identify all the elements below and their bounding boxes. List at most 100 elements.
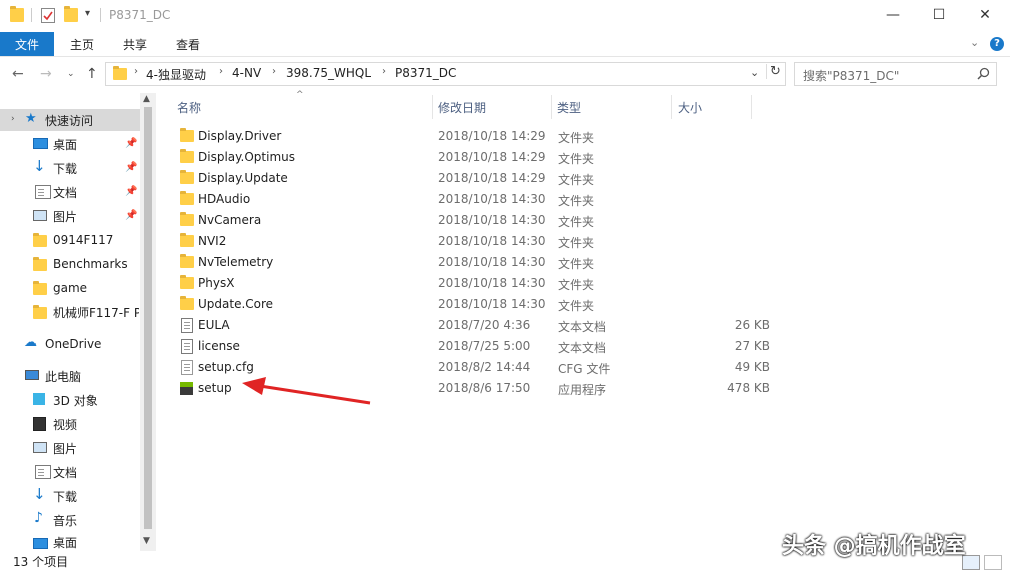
file-name: Display.Optimus: [198, 150, 295, 164]
pin-icon[interactable]: 📌: [125, 186, 137, 197]
file-name: Display.Driver: [198, 129, 282, 143]
file-list: ^ 名称 修改日期 类型 大小 Display.Driver 2018/10/18…: [158, 90, 1010, 551]
pin-icon[interactable]: 📌: [125, 210, 137, 221]
sidebar-item-quick-access[interactable]: ★ 快速访问: [0, 108, 140, 132]
sidebar-item-videos[interactable]: 视频: [0, 412, 140, 436]
file-row[interactable]: Update.Core 2018/10/18 14:30 文件夹: [178, 294, 750, 315]
large-icons-view-icon[interactable]: [984, 555, 1002, 570]
sidebar-item-music[interactable]: ♪ 音乐: [0, 508, 140, 532]
file-row[interactable]: Display.Driver 2018/10/18 14:29 文件夹: [178, 126, 750, 147]
tab-view[interactable]: 查看: [176, 36, 200, 53]
breadcrumb-item[interactable]: P8371_DC: [395, 66, 456, 80]
address-dropdown-icon[interactable]: ⌄: [750, 66, 759, 79]
sidebar-item-this-pc[interactable]: 此电脑: [0, 364, 140, 388]
item-count: 13 个项目: [13, 555, 69, 569]
breadcrumb-item[interactable]: 398.75_WHQL: [286, 66, 371, 80]
column-header-type[interactable]: 类型: [557, 99, 581, 116]
tab-file[interactable]: 文件: [0, 32, 54, 56]
breadcrumb-item[interactable]: 4-独显驱动: [146, 66, 206, 83]
file-size: 27 KB: [734, 339, 770, 353]
breadcrumb-chevron-icon[interactable]: ›: [219, 66, 223, 77]
pin-icon[interactable]: 📌: [125, 162, 137, 173]
file-row[interactable]: license 2018/7/25 5:00 文本文档 27 KB: [178, 336, 770, 357]
file-type: 文件夹: [558, 236, 595, 250]
search-input[interactable]: 搜索"P8371_DC": [794, 62, 997, 86]
tab-home[interactable]: 主页: [70, 36, 94, 53]
file-type: 文本文档: [558, 341, 607, 355]
sidebar-item-3d-objects[interactable]: 3D 对象: [0, 388, 140, 412]
minimize-button[interactable]: —: [870, 0, 916, 30]
customize-quick-access-icon[interactable]: ▾: [85, 8, 90, 19]
setup-app-icon: [180, 382, 193, 395]
column-header-size[interactable]: 大小: [678, 99, 702, 116]
properties-icon[interactable]: [41, 8, 55, 23]
column-divider[interactable]: [671, 95, 672, 119]
desktop-icon: [33, 538, 48, 549]
breadcrumb-chevron-icon[interactable]: ›: [134, 66, 138, 77]
address-bar[interactable]: › 4-独显驱动 › 4-NV › 398.75_WHQL › P8371_DC…: [105, 62, 786, 86]
column-header-name[interactable]: 名称: [177, 99, 201, 116]
pin-icon[interactable]: 📌: [125, 138, 137, 149]
file-date: 2018/7/20 4:36: [438, 318, 531, 332]
help-icon[interactable]: ?: [990, 37, 1004, 51]
file-date: 2018/10/18 14:30: [438, 192, 546, 206]
file-type: CFG 文件: [558, 362, 611, 376]
breadcrumb-item[interactable]: 4-NV: [232, 66, 261, 80]
up-button[interactable]: ↑: [86, 66, 98, 82]
new-folder-icon[interactable]: [64, 6, 78, 22]
sidebar-item-folder[interactable]: Benchmarks: [0, 252, 140, 276]
column-header-date[interactable]: 修改日期: [438, 99, 486, 116]
folder-icon: [180, 128, 194, 142]
file-row[interactable]: PhysX 2018/10/18 14:30 文件夹: [178, 273, 750, 294]
sidebar-item-pictures[interactable]: 图片: [0, 436, 140, 460]
video-icon: [33, 417, 46, 431]
recent-locations-icon[interactable]: ⌄: [67, 69, 75, 79]
back-button[interactable]: ←: [12, 66, 24, 82]
scroll-up-icon[interactable]: ▲: [143, 94, 150, 104]
file-row[interactable]: NvCamera 2018/10/18 14:30 文件夹: [178, 210, 750, 231]
sidebar-item-pictures[interactable]: 图片 📌: [0, 204, 140, 228]
file-row[interactable]: NvTelemetry 2018/10/18 14:30 文件夹: [178, 252, 750, 273]
star-icon: ★: [25, 111, 37, 126]
separator: [100, 8, 101, 22]
file-size: 49 KB: [734, 360, 770, 374]
column-divider[interactable]: [751, 95, 752, 119]
file-row[interactable]: Display.Update 2018/10/18 14:29 文件夹: [178, 168, 750, 189]
sidebar-item-documents[interactable]: 文档: [0, 460, 140, 484]
file-date: 2018/7/25 5:00: [438, 339, 531, 353]
text-file-icon: [181, 339, 193, 354]
sidebar-item-desktop[interactable]: 桌面 📌: [0, 132, 140, 156]
column-divider[interactable]: [551, 95, 552, 119]
sidebar-item-downloads[interactable]: ↓ 下载 📌: [0, 156, 140, 180]
file-row[interactable]: NVI2 2018/10/18 14:30 文件夹: [178, 231, 750, 252]
close-button[interactable]: ✕: [962, 0, 1008, 30]
file-type: 文件夹: [558, 152, 595, 166]
breadcrumb-chevron-icon[interactable]: ›: [272, 66, 276, 77]
sidebar-item-folder[interactable]: 机械师F117-F P: [0, 300, 140, 324]
forward-button[interactable]: →: [40, 66, 52, 82]
folder-icon: [180, 170, 194, 184]
annotation-arrow-icon: [242, 377, 371, 405]
sidebar-item-folder[interactable]: 0914F117: [0, 228, 140, 252]
sidebar-item-onedrive[interactable]: ☁ OneDrive: [0, 332, 140, 356]
file-row[interactable]: HDAudio 2018/10/18 14:30 文件夹: [178, 189, 750, 210]
folder-icon: [180, 296, 194, 310]
breadcrumb-chevron-icon[interactable]: ›: [382, 66, 386, 77]
file-row[interactable]: EULA 2018/7/20 4:36 文本文档 26 KB: [178, 315, 770, 336]
file-name: NvTelemetry: [198, 255, 274, 269]
expand-ribbon-icon[interactable]: ⌄: [970, 36, 979, 49]
refresh-icon[interactable]: ↻: [766, 64, 781, 79]
sidebar-item-downloads[interactable]: ↓ 下载: [0, 484, 140, 508]
file-row[interactable]: Display.Optimus 2018/10/18 14:29 文件夹: [178, 147, 750, 168]
sidebar-item-folder[interactable]: game: [0, 276, 140, 300]
column-divider[interactable]: [432, 95, 433, 119]
scroll-down-icon[interactable]: ▼: [143, 536, 150, 546]
maximize-button[interactable]: ☐: [916, 0, 962, 30]
tab-share[interactable]: 共享: [123, 36, 147, 53]
sidebar-item-documents[interactable]: 文档 📌: [0, 180, 140, 204]
title-bar: ▾ P8371_DC — ☐ ✕: [0, 0, 1010, 32]
sidebar-item-desktop[interactable]: 桌面: [0, 532, 140, 552]
file-date: 2018/8/2 14:44: [438, 360, 531, 374]
sidebar-scrollbar-thumb[interactable]: [144, 107, 152, 529]
ribbon-tabs: 文件 主页 共享 查看 ⌄ ?: [0, 32, 1010, 57]
